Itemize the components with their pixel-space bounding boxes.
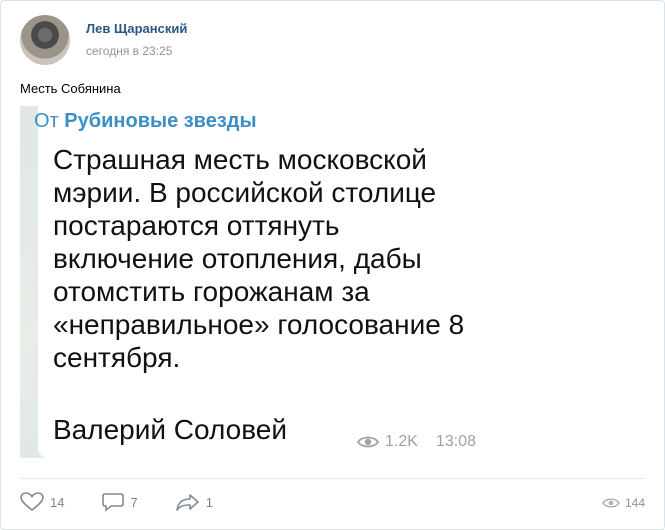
comment-button[interactable]: 7	[102, 492, 138, 512]
share-icon	[175, 493, 200, 511]
views-count: 144	[624, 496, 645, 510]
repost-meta: 1.2K 13:08	[357, 433, 476, 451]
source-prefix: От	[34, 110, 59, 132]
repost-time: 13:08	[435, 433, 476, 450]
author-name[interactable]: Лев Щаранский	[86, 21, 187, 36]
comment-count: 7	[130, 494, 138, 510]
repost-quote: Страшная месть московской мэрии. В росси…	[53, 144, 465, 373]
comment-icon	[102, 492, 125, 512]
share-button[interactable]: 1	[175, 493, 213, 511]
post-views: 144	[602, 496, 645, 510]
repost-source: От Рубиновые звезды	[34, 110, 257, 133]
source-channel: Рубиновые звезды	[64, 110, 257, 132]
heart-icon	[20, 492, 44, 512]
share-count: 1	[205, 494, 213, 510]
avatar[interactable]	[20, 15, 70, 65]
eye-icon	[357, 435, 379, 449]
repost-signature: Валерий Соловей	[53, 414, 287, 445]
eye-icon	[602, 497, 620, 509]
divider	[20, 478, 645, 479]
like-count: 14	[50, 494, 65, 510]
post-actions: 14 7 1	[20, 492, 251, 512]
repost-views: 1.2K	[385, 433, 418, 450]
post-text: Месть Собянина	[20, 81, 121, 96]
like-button[interactable]: 14	[20, 492, 64, 512]
post-time[interactable]: сегодня в 23:25	[86, 44, 172, 58]
